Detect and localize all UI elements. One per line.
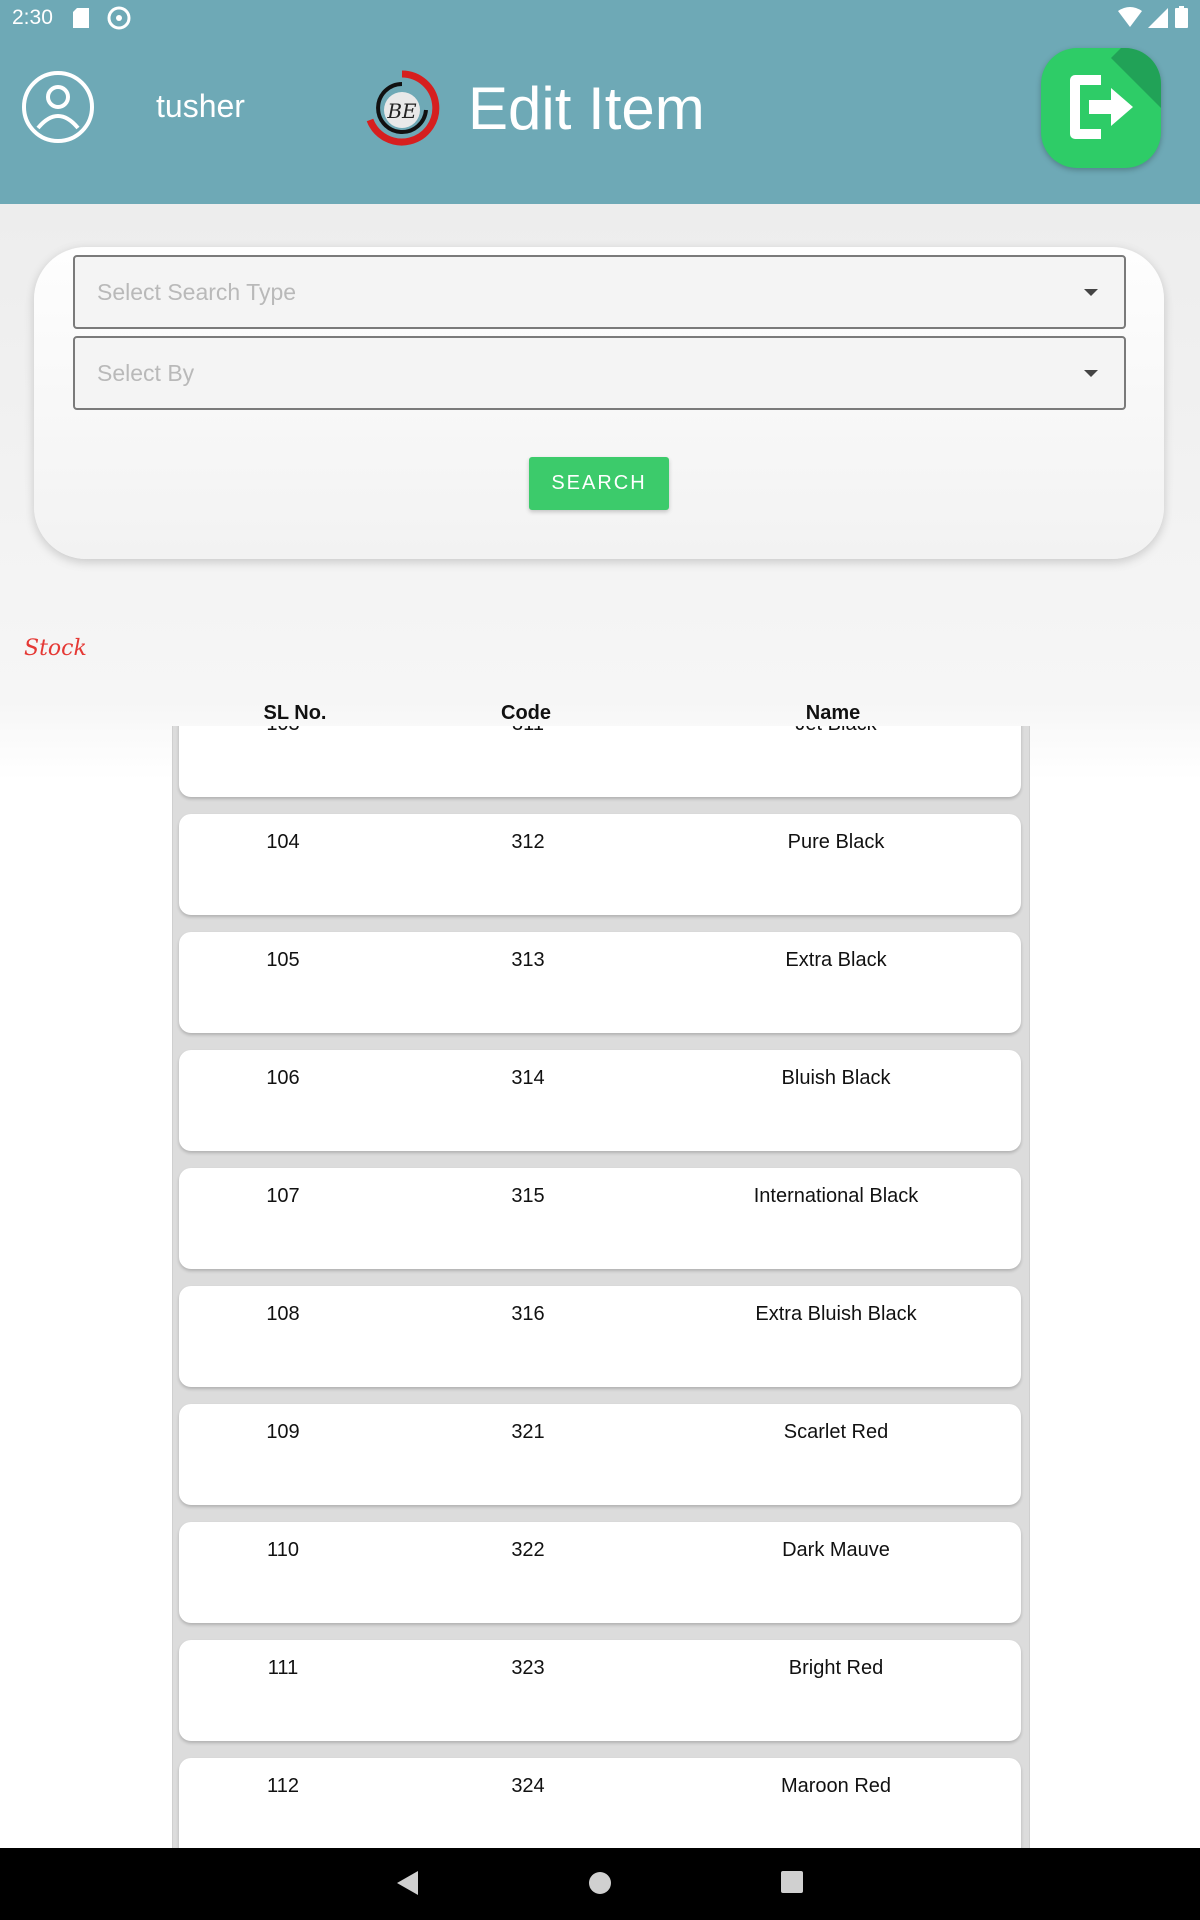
row-name: Maroon Red — [780, 1775, 892, 1797]
row-code: 321 — [511, 1421, 545, 1443]
table-row[interactable]: 111 323 Bright Red — [179, 1640, 1021, 1741]
logout-icon — [1070, 75, 1133, 139]
row-name: Bluish Black — [781, 1067, 891, 1089]
logo-text: BE — [386, 99, 417, 123]
row-name: Scarlet Red — [783, 1421, 889, 1443]
row-sl-no: 107 — [266, 1185, 300, 1207]
row-code: 311 — [512, 726, 544, 736]
table-row[interactable]: 107 315 International Black — [179, 1168, 1021, 1269]
select-by-select[interactable]: Select By — [73, 336, 1126, 410]
logout-button[interactable] — [1041, 48, 1161, 168]
back-icon[interactable] — [396, 1870, 420, 1896]
row-code: 324 — [511, 1775, 545, 1797]
table-row[interactable]: 104 312 Pure Black — [179, 814, 1021, 915]
select-by-placeholder: Select By — [97, 360, 195, 386]
row-name: Extra Bluish Black — [755, 1303, 917, 1325]
user-avatar-icon[interactable] — [21, 70, 95, 144]
column-header-code: Code — [501, 702, 551, 724]
table-row[interactable]: 105 313 Extra Black — [179, 932, 1021, 1033]
dropdown-arrow-icon — [1084, 370, 1098, 377]
row-code: 315 — [511, 1185, 545, 1207]
search-type-select[interactable]: Select Search Type — [73, 255, 1126, 329]
status-bar: 2:30 — [0, 0, 1200, 36]
row-sl-no: 103 — [266, 726, 299, 736]
signal-icon — [1148, 8, 1168, 28]
table-row[interactable]: 110 322 Dark Mauve — [179, 1522, 1021, 1623]
row-code: 316 — [511, 1303, 545, 1325]
column-header-sl-no: SL No. — [263, 702, 327, 724]
table-row[interactable]: 103 311 Jet Black — [179, 726, 1021, 797]
stock-label: Stock — [24, 636, 87, 661]
column-header-name: Name — [805, 702, 861, 724]
table-row[interactable]: 109 321 Scarlet Red — [179, 1404, 1021, 1505]
row-name: International Black — [753, 1185, 919, 1207]
row-code: 313 — [511, 949, 545, 971]
row-sl-no: 104 — [266, 831, 300, 853]
wifi-icon — [1118, 7, 1142, 27]
row-name: Bright Red — [788, 1657, 884, 1679]
row-name: Pure Black — [787, 831, 885, 853]
recents-icon[interactable] — [780, 1870, 804, 1894]
table-row[interactable]: 108 316 Extra Bluish Black — [179, 1286, 1021, 1387]
dropdown-arrow-icon — [1084, 289, 1098, 296]
username-label: tusher — [156, 88, 245, 124]
page-title: Edit Item — [468, 75, 705, 142]
row-code: 323 — [511, 1657, 545, 1679]
battery-icon — [1175, 6, 1188, 28]
row-code: 312 — [511, 831, 545, 853]
table-header: SL No. Code Name — [172, 702, 1028, 726]
search-type-placeholder: Select Search Type — [97, 279, 297, 305]
row-sl-no: 105 — [266, 949, 300, 971]
row-name: Extra Black — [785, 949, 887, 971]
search-card: Select Search Type Select By SEARCH — [34, 247, 1164, 559]
status-time: 2:30 — [12, 6, 53, 29]
row-code: 314 — [511, 1067, 545, 1089]
brand-logo: BE — [366, 70, 440, 146]
home-icon[interactable] — [587, 1870, 613, 1896]
row-sl-no: 111 — [267, 1657, 299, 1679]
sync-icon — [107, 6, 131, 30]
item-list[interactable]: 103 311 Jet Black 104 312 Pure Black 105 313 Ext… — [172, 726, 1030, 1848]
row-sl-no: 112 — [267, 1775, 299, 1797]
table-row[interactable]: 112 324 Maroon Red — [179, 1758, 1021, 1848]
row-sl-no: 110 — [267, 1539, 299, 1561]
table-row[interactable]: 106 314 Bluish Black — [179, 1050, 1021, 1151]
row-sl-no: 106 — [266, 1067, 300, 1089]
row-sl-no: 109 — [266, 1421, 300, 1443]
row-name: Dark Mauve — [782, 1539, 890, 1561]
row-name: Jet Black — [795, 726, 876, 736]
sd-card-icon — [73, 8, 89, 28]
row-sl-no: 108 — [266, 1303, 300, 1325]
navigation-bar — [0, 1848, 1200, 1920]
row-code: 322 — [511, 1539, 545, 1561]
search-button[interactable]: SEARCH — [529, 457, 669, 510]
